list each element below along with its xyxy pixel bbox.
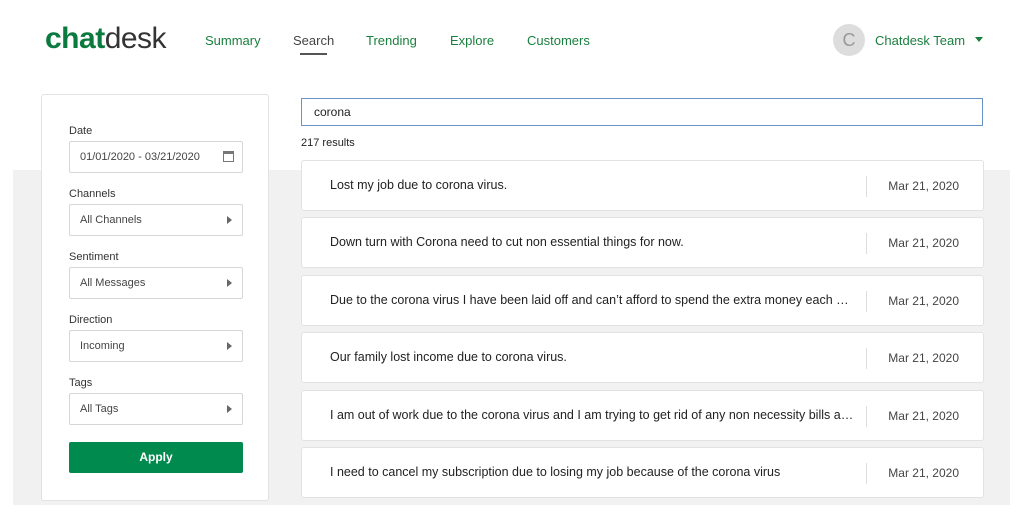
result-text: I need to cancel my subscription due to … <box>330 465 781 479</box>
avatar[interactable]: C <box>833 24 865 56</box>
divider <box>866 233 867 254</box>
channels-label: Channels <box>69 188 116 200</box>
result-text: Down turn with Corona need to cut non es… <box>330 235 684 249</box>
result-date: Mar 21, 2020 <box>888 351 959 365</box>
nav-trending[interactable]: Trending <box>366 33 417 48</box>
tags-label: Tags <box>69 377 93 389</box>
date-label: Date <box>69 125 93 137</box>
filter-panel: Date 01/01/2020 - 03/21/2020 Channels Al… <box>41 94 269 501</box>
divider <box>866 406 867 427</box>
divider <box>866 463 867 484</box>
result-date: Mar 21, 2020 <box>888 409 959 423</box>
result-row[interactable]: Lost my job due to corona virus. Mar 21, … <box>301 160 984 211</box>
direction-select[interactable]: Incoming <box>69 330 243 362</box>
logo-chat: chat <box>45 22 105 55</box>
channels-select[interactable]: All Channels <box>69 204 243 236</box>
result-date: Mar 21, 2020 <box>888 236 959 250</box>
nav-explore[interactable]: Explore <box>450 33 494 48</box>
result-text: I am out of work due to the corona virus… <box>330 408 855 422</box>
direction-value: Incoming <box>80 340 125 352</box>
result-row[interactable]: I am out of work due to the corona virus… <box>301 390 984 441</box>
tags-value: All Tags <box>80 403 119 415</box>
caret-right-icon <box>227 405 232 413</box>
calendar-icon[interactable] <box>223 151 234 162</box>
tags-select[interactable]: All Tags <box>69 393 243 425</box>
date-range-value: 01/01/2020 - 03/21/2020 <box>80 151 200 163</box>
user-menu[interactable]: Chatdesk Team <box>875 33 965 48</box>
sentiment-value: All Messages <box>80 277 146 289</box>
sentiment-label: Sentiment <box>69 251 119 263</box>
nav-customers[interactable]: Customers <box>527 33 590 48</box>
apply-button[interactable]: Apply <box>69 442 243 473</box>
caret-down-icon[interactable] <box>975 37 983 42</box>
nav-summary[interactable]: Summary <box>205 33 261 48</box>
result-row[interactable]: Our family lost income due to corona vir… <box>301 332 984 383</box>
result-date: Mar 21, 2020 <box>888 179 959 193</box>
direction-label: Direction <box>69 314 113 326</box>
caret-right-icon <box>227 216 232 224</box>
result-row[interactable]: I need to cancel my subscription due to … <box>301 447 984 498</box>
nav-search[interactable]: Search <box>293 33 334 55</box>
search-input[interactable]: corona <box>301 98 983 126</box>
chatdesk-logo[interactable]: chatdesk <box>45 22 167 56</box>
caret-right-icon <box>227 342 232 350</box>
channels-value: All Channels <box>80 214 142 226</box>
logo-desk: desk <box>104 22 167 55</box>
result-text: Due to the corona virus I have been laid… <box>330 293 855 307</box>
result-row[interactable]: Down turn with Corona need to cut non es… <box>301 217 984 268</box>
caret-right-icon <box>227 279 232 287</box>
sentiment-select[interactable]: All Messages <box>69 267 243 299</box>
result-date: Mar 21, 2020 <box>888 294 959 308</box>
result-date: Mar 21, 2020 <box>888 466 959 480</box>
result-row[interactable]: Due to the corona virus I have been laid… <box>301 275 984 326</box>
result-text: Our family lost income due to corona vir… <box>330 350 567 364</box>
divider <box>866 176 867 197</box>
result-text: Lost my job due to corona virus. <box>330 178 508 192</box>
date-range-field[interactable]: 01/01/2020 - 03/21/2020 <box>69 141 243 173</box>
divider <box>866 348 867 369</box>
divider <box>866 291 867 312</box>
results-count: 217 results <box>301 137 355 149</box>
